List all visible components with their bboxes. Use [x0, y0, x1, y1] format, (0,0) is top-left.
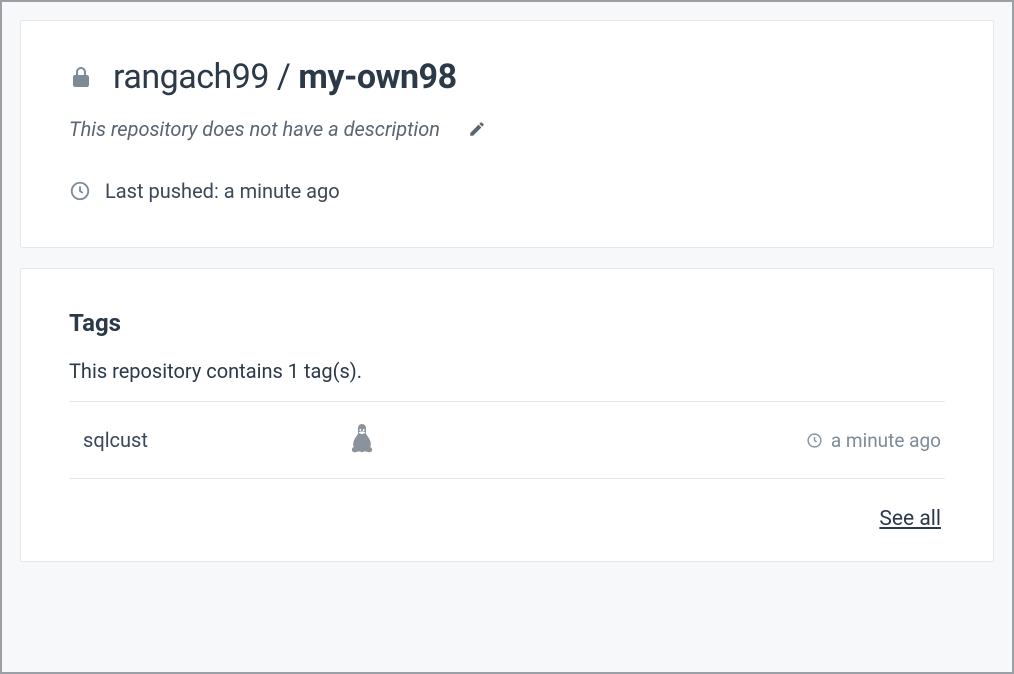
pencil-icon[interactable]	[468, 120, 486, 138]
tag-time: a minute ago	[831, 429, 941, 452]
last-pushed-text: Last pushed: a minute ago	[105, 179, 340, 203]
description-text: This repository does not have a descript…	[69, 117, 440, 141]
last-pushed-row: Last pushed: a minute ago	[69, 179, 945, 203]
repo-separator: /	[269, 57, 298, 97]
tag-time-group: a minute ago	[806, 429, 941, 452]
tags-card: Tags This repository contains 1 tag(s). …	[20, 268, 994, 562]
see-all-row: See all	[69, 507, 945, 531]
tag-name: sqlcust	[83, 428, 348, 452]
see-all-link[interactable]: See all	[879, 507, 941, 531]
clock-icon	[806, 432, 823, 449]
repo-title-row: rangach99 / my-own98	[69, 57, 945, 97]
repo-name: my-own98	[298, 57, 456, 97]
lock-icon	[69, 62, 93, 92]
clock-icon	[69, 180, 91, 202]
tags-heading: Tags	[69, 309, 945, 337]
linux-icon	[348, 424, 376, 456]
repo-title: rangach99 / my-own98	[113, 57, 457, 97]
tags-count-text: This repository contains 1 tag(s).	[69, 359, 945, 383]
tag-row[interactable]: sqlcust a minute ago	[69, 401, 945, 479]
description-row: This repository does not have a descript…	[69, 117, 945, 141]
repo-header-card: rangach99 / my-own98 This repository doe…	[20, 20, 994, 248]
repo-namespace: rangach99	[113, 57, 269, 97]
